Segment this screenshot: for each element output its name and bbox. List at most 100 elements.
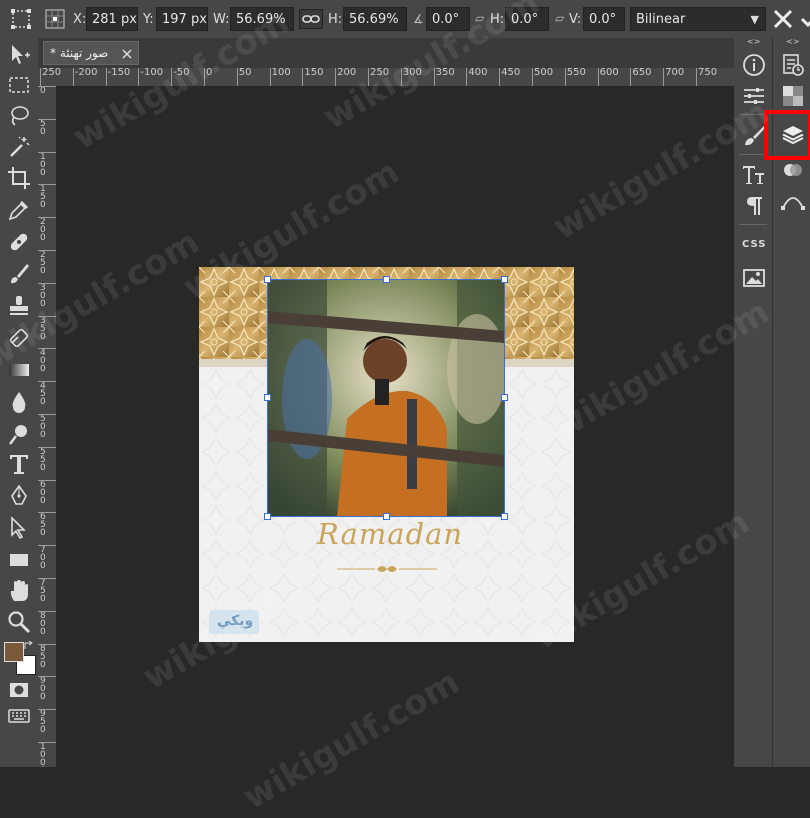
adjustments-icon[interactable] bbox=[742, 84, 766, 108]
eyedropper-tool-icon[interactable] bbox=[7, 198, 31, 222]
width-field[interactable]: 56.69% bbox=[230, 7, 294, 31]
w-label: W: bbox=[213, 12, 230, 27]
clone-stamp-tool-icon[interactable] bbox=[7, 294, 31, 318]
ruler-tick-label: 9 0 0 bbox=[38, 676, 56, 708]
path-select-tool-icon[interactable] bbox=[7, 516, 31, 540]
ruler-tick-label: 7 0 0 bbox=[38, 545, 56, 577]
handle-top-left[interactable] bbox=[264, 276, 271, 283]
ruler-tick-label: 100 bbox=[269, 68, 291, 86]
document-tab[interactable]: صور تهنئة * bbox=[43, 41, 139, 65]
document-tab-bar: صور تهنئة * bbox=[38, 38, 734, 68]
lasso-tool-icon[interactable] bbox=[7, 104, 31, 128]
gradient-tool-icon[interactable] bbox=[7, 358, 31, 382]
ruler-tick-label: 2 0 0 bbox=[38, 217, 56, 249]
handle-middle-left[interactable] bbox=[264, 394, 271, 401]
skew-horizontal-icon: ▱ bbox=[475, 11, 485, 25]
brush-tool-icon[interactable] bbox=[7, 262, 31, 286]
ruler-tick-label: 3 5 0 bbox=[38, 315, 56, 348]
rectangle-tool-icon[interactable] bbox=[7, 548, 31, 572]
ruler-tick-label: 8 5 0 bbox=[38, 643, 56, 676]
foreground-color-swatch[interactable] bbox=[4, 642, 24, 662]
y-label: Y: bbox=[143, 12, 154, 27]
ruler-tick-label: 1 5 0 bbox=[38, 184, 56, 216]
reference-point-icon[interactable] bbox=[44, 8, 66, 30]
type-tool-icon[interactable] bbox=[7, 452, 31, 476]
transform-tool-icon[interactable] bbox=[10, 8, 32, 30]
ruler-tick-label: -50 bbox=[171, 68, 190, 86]
hand-tool-icon[interactable] bbox=[7, 579, 31, 603]
dodge-tool-icon[interactable] bbox=[7, 422, 31, 446]
swatches-icon[interactable] bbox=[781, 84, 805, 108]
swap-colors-icon[interactable] bbox=[24, 640, 34, 650]
ruler-tick-label: 6 5 0 bbox=[38, 512, 56, 544]
cancel-icon[interactable] bbox=[772, 8, 794, 30]
skew-h-field[interactable]: 0.0° bbox=[505, 7, 549, 31]
paragraph-panel-icon[interactable] bbox=[742, 194, 766, 218]
document-canvas[interactable]: Ramadan ويكي bbox=[199, 267, 574, 642]
handle-bottom-left[interactable] bbox=[264, 513, 271, 520]
close-tab-icon[interactable] bbox=[122, 49, 132, 59]
brush-panel-icon[interactable] bbox=[742, 124, 766, 148]
skew-v-field[interactable]: 0.0° bbox=[583, 7, 625, 31]
magic-wand-tool-icon[interactable] bbox=[7, 135, 31, 159]
skew-vertical-icon: ▱ bbox=[555, 11, 565, 25]
panel-divider bbox=[739, 154, 767, 155]
x-field[interactable]: 281 px bbox=[86, 7, 138, 31]
transform-bounding-box[interactable] bbox=[267, 279, 505, 517]
history-icon[interactable] bbox=[781, 53, 805, 77]
ruler-tick-label: 50 bbox=[236, 68, 252, 86]
skew-v-label: V: bbox=[569, 12, 582, 27]
ruler-tick-label: 200 bbox=[335, 68, 356, 86]
handle-bottom-right[interactable] bbox=[501, 513, 508, 520]
blur-tool-icon[interactable] bbox=[7, 390, 31, 414]
quick-mask-icon[interactable] bbox=[7, 678, 31, 702]
options-bar: X: 281 px Y: 197 px W: 56.69% H: 56.69% … bbox=[0, 0, 810, 38]
marquee-tool-icon[interactable] bbox=[7, 73, 31, 97]
ruler-tick-label: 7 5 0 bbox=[38, 578, 56, 610]
height-field[interactable]: 56.69% bbox=[343, 7, 407, 31]
chevron-down-icon: ▼ bbox=[750, 13, 759, 26]
eraser-tool-icon[interactable] bbox=[7, 326, 31, 350]
tools-panel bbox=[0, 38, 38, 767]
zoom-tool-icon[interactable] bbox=[7, 610, 31, 634]
ruler-tick-label: 5 0 0 bbox=[38, 414, 56, 446]
ruler-tick-label: 5 0 bbox=[38, 118, 56, 151]
keyboard-icon[interactable] bbox=[7, 704, 31, 728]
vertical-ruler[interactable]: 05 01 0 01 5 02 0 02 5 03 0 03 5 04 0 04… bbox=[38, 86, 56, 767]
ruler-tick-label: 0 bbox=[204, 68, 212, 86]
handle-top-center[interactable] bbox=[383, 276, 390, 283]
document-tab-title: صور تهنئة * bbox=[50, 46, 109, 60]
image-panel-icon[interactable] bbox=[742, 266, 766, 290]
ruler-tick-label: 250 bbox=[40, 68, 61, 86]
confirm-icon[interactable] bbox=[800, 8, 810, 30]
pen-tool-icon[interactable] bbox=[7, 484, 31, 508]
collapse-left-column[interactable]: <> bbox=[747, 37, 760, 46]
ruler-tick-label: 450 bbox=[499, 68, 520, 86]
move-tool-icon[interactable] bbox=[7, 43, 31, 67]
healing-brush-tool-icon[interactable] bbox=[7, 230, 31, 254]
paths-icon[interactable] bbox=[781, 188, 805, 212]
handle-middle-right[interactable] bbox=[501, 394, 508, 401]
logo-text: ويكي bbox=[217, 613, 254, 629]
handle-top-right[interactable] bbox=[501, 276, 508, 283]
character-panel-icon[interactable] bbox=[742, 163, 766, 187]
interpolation-select[interactable]: Bilinear ▼ bbox=[630, 7, 766, 31]
link-icon[interactable] bbox=[299, 9, 323, 29]
info-icon[interactable] bbox=[742, 53, 766, 77]
layers-icon[interactable] bbox=[781, 122, 805, 146]
crop-tool-icon[interactable] bbox=[7, 166, 31, 190]
ruler-tick-label: -100 bbox=[138, 68, 163, 86]
ruler-tick-label: 2 5 0 bbox=[38, 250, 56, 282]
ramadan-headline: Ramadan bbox=[317, 517, 464, 551]
horizontal-ruler[interactable]: 250 -200 -150 -100 -50 0 50 100 150 200 250 300 350 4… bbox=[40, 68, 734, 86]
channels-icon[interactable] bbox=[781, 161, 805, 179]
interpolation-value: Bilinear bbox=[636, 12, 686, 27]
rotate-field[interactable]: 0.0° bbox=[426, 7, 470, 31]
collapse-right-column[interactable]: <> bbox=[786, 37, 799, 46]
css-panel-button[interactable]: CSS bbox=[742, 239, 766, 250]
ruler-tick-label: 550 bbox=[564, 68, 586, 86]
logo: ويكي bbox=[209, 610, 259, 634]
ruler-tick-label: 250 bbox=[368, 68, 389, 86]
rotate-icon: ∡ bbox=[413, 12, 424, 26]
y-field[interactable]: 197 px bbox=[156, 7, 208, 31]
